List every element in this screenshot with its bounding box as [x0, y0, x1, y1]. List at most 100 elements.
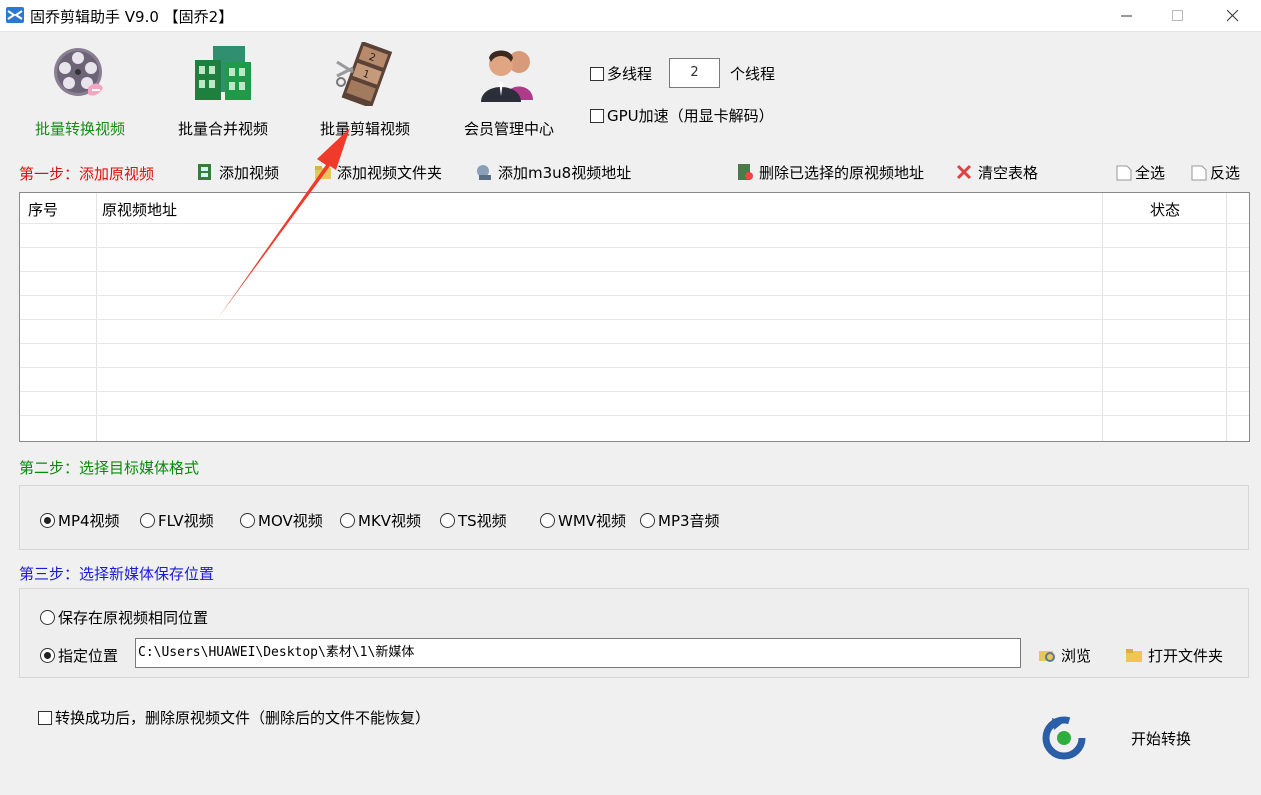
- radio-circle[interactable]: [440, 513, 455, 528]
- open-folder-label: 打开文件夹: [1148, 647, 1224, 665]
- row-divider: [20, 223, 1249, 224]
- row-divider: [20, 391, 1249, 392]
- column-divider: [1102, 193, 1103, 441]
- format-mp3-radio[interactable]: MP3音频: [640, 510, 720, 531]
- format-flv-radio[interactable]: FLV视频: [140, 510, 214, 531]
- format-label: FLV视频: [158, 512, 214, 530]
- format-label: MP4视频: [58, 512, 120, 530]
- format-label: MOV视频: [258, 512, 323, 530]
- checkbox-box[interactable]: [38, 711, 52, 725]
- add-video-icon: [196, 163, 214, 181]
- invert-select-label: 反选: [1210, 164, 1241, 182]
- radio-circle[interactable]: [140, 513, 155, 528]
- clear-table-button[interactable]: 清空表格: [955, 162, 1038, 184]
- col-header-path[interactable]: 原视频地址: [102, 199, 177, 220]
- format-label: MP3音频: [658, 512, 720, 530]
- radio-circle[interactable]: [540, 513, 555, 528]
- gpu-checkbox[interactable]: GPU加速（用显卡解码）: [590, 105, 774, 126]
- film-cut-icon: 2 1: [333, 41, 397, 109]
- open-folder-icon: [1125, 646, 1143, 664]
- tool-batch-convert[interactable]: 批量转换视频: [15, 36, 145, 144]
- merge-building-icon: [191, 42, 255, 106]
- radio-circle[interactable]: [40, 648, 55, 663]
- invert-select-button[interactable]: 反选: [1190, 162, 1240, 184]
- delete-selected-button[interactable]: 删除已选择的原视频地址: [736, 162, 924, 184]
- close-button[interactable]: [1210, 0, 1256, 32]
- page-icon: [1190, 163, 1208, 181]
- thread-count-input[interactable]: 2: [669, 58, 720, 88]
- add-m3u8-label: 添加m3u8视频地址: [498, 164, 632, 182]
- video-table[interactable]: 序号 原视频地址 状态: [19, 192, 1250, 442]
- row-divider: [20, 343, 1249, 344]
- step2-label: 第二步：选择目标媒体格式: [19, 459, 200, 477]
- start-convert-button[interactable]: 开始转换: [1131, 728, 1191, 749]
- tool-batch-merge[interactable]: 批量合并视频: [158, 36, 288, 144]
- add-folder-button[interactable]: 添加视频文件夹: [314, 162, 442, 184]
- row-divider: [20, 271, 1249, 272]
- radio-circle[interactable]: [240, 513, 255, 528]
- add-url-icon: [475, 163, 493, 181]
- clear-x-icon: [955, 163, 973, 181]
- row-divider: [20, 367, 1249, 368]
- add-m3u8-button[interactable]: 添加m3u8视频地址: [475, 162, 631, 184]
- format-mkv-radio[interactable]: MKV视频: [340, 510, 421, 531]
- add-folder-icon: [314, 163, 332, 181]
- multithread-checkbox[interactable]: 多线程: [590, 63, 652, 84]
- col-header-status[interactable]: 状态: [1150, 199, 1180, 220]
- add-video-label: 添加视频: [219, 164, 280, 182]
- browse-button[interactable]: 浏览: [1038, 645, 1091, 667]
- column-divider: [96, 193, 97, 441]
- select-all-button[interactable]: 全选: [1115, 162, 1165, 184]
- members-icon: [477, 42, 541, 106]
- radio-circle[interactable]: [40, 610, 55, 625]
- tool-label: 批量转换视频: [34, 120, 125, 138]
- format-mp4-radio[interactable]: MP4视频: [40, 510, 120, 531]
- format-mov-radio[interactable]: MOV视频: [240, 510, 323, 531]
- format-label: TS视频: [458, 512, 507, 530]
- row-divider: [20, 295, 1249, 296]
- checkbox-box[interactable]: [590, 109, 604, 123]
- format-wmv-radio[interactable]: WMV视频: [540, 510, 626, 531]
- page-icon: [1115, 163, 1133, 181]
- browse-label: 浏览: [1061, 647, 1092, 665]
- row-divider: [20, 415, 1249, 416]
- thread-unit-label: 个线程: [730, 65, 776, 83]
- maximize-button[interactable]: [1155, 0, 1201, 32]
- tool-label: 会员管理中心: [463, 120, 554, 138]
- checkbox-box[interactable]: [590, 67, 604, 81]
- tool-label: 批量剪辑视频: [319, 120, 410, 138]
- tool-label: 批量合并视频: [177, 120, 268, 138]
- film-reel-convert-icon: [48, 42, 112, 106]
- custom-location-radio[interactable]: 指定位置: [40, 645, 118, 666]
- delete-after-label: 转换成功后，删除原视频文件（删除后的文件不能恢复）: [55, 709, 431, 727]
- delete-selected-label: 删除已选择的原视频地址: [759, 164, 925, 182]
- tool-member-center[interactable]: 会员管理中心: [444, 36, 574, 144]
- radio-circle[interactable]: [340, 513, 355, 528]
- delete-list-icon: [736, 163, 754, 181]
- format-ts-radio[interactable]: TS视频: [440, 510, 507, 531]
- refresh-start-icon[interactable]: [1042, 716, 1086, 760]
- col-header-index[interactable]: 序号: [28, 199, 58, 220]
- step1-label: 第一步：添加原视频: [19, 165, 155, 183]
- clear-table-label: 清空表格: [978, 164, 1039, 182]
- row-divider: [20, 247, 1249, 248]
- browse-folder-icon: [1038, 646, 1056, 664]
- same-location-radio[interactable]: 保存在原视频相同位置: [40, 607, 208, 628]
- radio-circle[interactable]: [40, 513, 55, 528]
- save-path-input[interactable]: C:\Users\HUAWEI\Desktop\素材\1\新媒体: [135, 638, 1021, 668]
- gpu-label: GPU加速（用显卡解码）: [607, 107, 774, 125]
- same-location-label: 保存在原视频相同位置: [58, 609, 209, 627]
- delete-after-checkbox[interactable]: 转换成功后，删除原视频文件（删除后的文件不能恢复）: [38, 707, 430, 728]
- row-divider: [20, 319, 1249, 320]
- column-divider: [1226, 193, 1227, 441]
- minimize-button[interactable]: [1104, 0, 1150, 32]
- radio-circle[interactable]: [640, 513, 655, 528]
- open-folder-button[interactable]: 打开文件夹: [1125, 645, 1223, 667]
- add-video-button[interactable]: 添加视频: [196, 162, 279, 184]
- select-all-label: 全选: [1135, 164, 1166, 182]
- app-logo-icon: [6, 7, 24, 23]
- multithread-label: 多线程: [607, 65, 653, 83]
- format-label: WMV视频: [558, 512, 627, 530]
- custom-location-label: 指定位置: [58, 647, 119, 665]
- tool-batch-edit[interactable]: 2 1 批量剪辑视频: [300, 36, 430, 144]
